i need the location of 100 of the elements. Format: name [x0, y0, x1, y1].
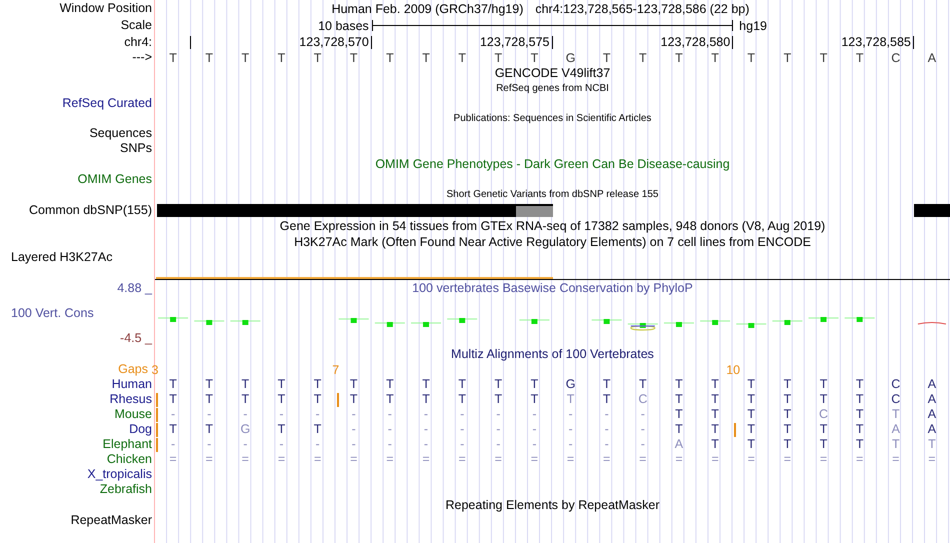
aligned-base: T — [386, 377, 394, 392]
aligned-base: - — [496, 422, 500, 437]
aligned-base: - — [568, 437, 573, 452]
aligned-base: - — [496, 437, 500, 452]
aligned-base: T — [169, 377, 177, 392]
aligned-base: T — [422, 377, 430, 392]
base-letter: T — [350, 50, 358, 64]
base-letter: T — [242, 50, 250, 64]
aligned-base: T — [711, 437, 719, 452]
aligned-base: C — [819, 407, 828, 422]
aligned-base: T — [856, 422, 864, 437]
aligned-base: - — [604, 437, 609, 452]
aligned-base: T — [278, 422, 286, 437]
track-title: Multiz Alignments of 100 Vertebrates — [451, 346, 654, 362]
aligned-base: T — [784, 407, 792, 422]
aligned-base: - — [352, 437, 356, 452]
aligned-base: G — [566, 377, 576, 392]
aligned-base: = — [494, 452, 502, 467]
aligned-base: T — [784, 437, 792, 452]
track-label[interactable]: 100 Vert. Cons — [0, 306, 94, 320]
aligned-base: T — [602, 392, 611, 407]
gap-count: 7 — [332, 362, 340, 376]
base-letter: T — [856, 50, 864, 64]
aligned-base: - — [352, 422, 356, 437]
base-letter: G — [566, 50, 576, 64]
gap-count: 3 — [152, 362, 158, 376]
aligned-base: = — [242, 452, 249, 467]
aligned-base: A — [928, 407, 936, 422]
aligned-base: = — [748, 452, 755, 467]
aligned-base: = — [530, 452, 538, 467]
track-label[interactable]: OMIM Genes — [78, 172, 152, 187]
aligned-base: T — [892, 407, 900, 422]
aligned-base: C — [891, 392, 900, 407]
aligned-base: = — [458, 452, 466, 467]
base-letter: T — [314, 50, 322, 64]
aligned-base: A — [928, 422, 936, 437]
aligned-base: - — [424, 407, 428, 422]
aligned-base: T — [242, 392, 250, 407]
aligned-base: T — [242, 377, 250, 392]
position-label: 123,728,575 — [480, 35, 550, 49]
aligned-base: = — [566, 452, 574, 467]
aligned-base: T — [530, 377, 538, 392]
species-label: Rhesus — [110, 392, 152, 407]
aligned-base: C — [891, 377, 900, 392]
aligned-base: - — [604, 422, 609, 437]
base-letter: A — [928, 50, 936, 64]
track-label: Scale — [120, 18, 152, 33]
aligned-base: = — [928, 452, 936, 467]
species-label: X_tropicalis — [87, 467, 152, 482]
aligned-base: T — [747, 422, 756, 437]
aligned-base: T — [856, 377, 864, 392]
aligned-base: - — [207, 407, 212, 422]
track-label[interactable]: SNPs — [120, 141, 152, 156]
aligned-base: T — [820, 437, 828, 452]
aligned-base: T — [747, 437, 756, 452]
track-label[interactable]: RepeatMasker — [70, 513, 152, 528]
aligned-base: T — [350, 377, 358, 392]
aligned-base: = — [639, 452, 646, 467]
aligned-base: = — [206, 452, 213, 467]
axis-min-label: -4.5 _ — [120, 331, 152, 345]
species-label: Zebrafish — [100, 482, 152, 497]
base-letter: T — [205, 50, 214, 64]
track-label[interactable]: Layered H3K27Ac — [0, 250, 112, 265]
axis-max-label: 4.88 _ — [117, 281, 152, 295]
aligned-base: T — [494, 392, 502, 407]
tick-mark — [912, 36, 914, 48]
aligned-base: - — [604, 407, 609, 422]
aligned-base: T — [711, 377, 719, 392]
track-title: RefSeq genes from NCBI — [496, 82, 609, 96]
aligned-base: - — [207, 437, 212, 452]
aligned-base: - — [243, 407, 248, 422]
aligned-base: T — [458, 392, 466, 407]
aligned-base: - — [640, 437, 645, 452]
scale-label: 10 bases — [318, 18, 369, 32]
track-label[interactable]: Sequences — [89, 126, 152, 141]
aligned-base: - — [388, 437, 392, 452]
aligned-base: T — [169, 422, 177, 437]
aligned-base: - — [532, 422, 537, 437]
aligned-base: T — [386, 392, 394, 407]
track-title: Short Genetic Variants from dbSNP release 155 — [446, 188, 658, 202]
aligned-base: T — [675, 407, 683, 422]
aligned-base: T — [422, 392, 430, 407]
aligned-base: = — [422, 452, 430, 467]
aligned-base: T — [566, 392, 574, 407]
assembly-title: Human Feb. 2009 (GRCh37/hg19) — [332, 2, 524, 16]
aligned-base: = — [784, 452, 792, 467]
track-label[interactable]: Common dbSNP(155) — [29, 202, 152, 218]
aligned-base: = — [675, 452, 683, 467]
track-label[interactable]: RefSeq Curated — [62, 96, 152, 111]
aligned-base: T — [205, 422, 214, 437]
track-title: Publications: Sequences in Scientific Articles — [454, 112, 652, 126]
aligned-base: = — [350, 452, 358, 467]
aligned-base: T — [278, 377, 286, 392]
gap-count: 10 — [726, 362, 740, 376]
aligned-base: A — [928, 377, 936, 392]
track-title: Repeating Elements by RepeatMasker — [445, 497, 660, 513]
aligned-base: T — [530, 392, 538, 407]
aligned-base: = — [856, 452, 864, 467]
aligned-base: T — [711, 392, 719, 407]
aligned-base: T — [675, 392, 683, 407]
